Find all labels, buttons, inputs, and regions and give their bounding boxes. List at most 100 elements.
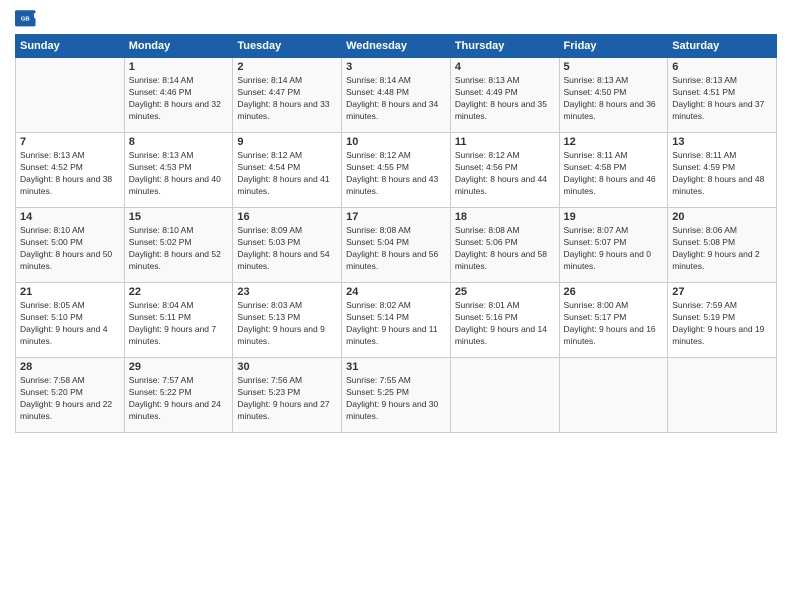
calendar-cell: 25Sunrise: 8:01 AMSunset: 5:16 PMDayligh…	[450, 283, 559, 358]
weekday-header: Sunday	[16, 35, 125, 58]
weekday-header: Monday	[124, 35, 233, 58]
day-info: Sunrise: 8:09 AMSunset: 5:03 PMDaylight:…	[237, 225, 337, 273]
day-info: Sunrise: 8:14 AMSunset: 4:48 PMDaylight:…	[346, 75, 446, 123]
day-number: 3	[346, 61, 446, 73]
calendar-header: SundayMondayTuesdayWednesdayThursdayFrid…	[16, 35, 777, 58]
weekday-header: Wednesday	[342, 35, 451, 58]
calendar-cell: 19Sunrise: 8:07 AMSunset: 5:07 PMDayligh…	[559, 208, 668, 283]
day-info: Sunrise: 8:08 AMSunset: 5:04 PMDaylight:…	[346, 225, 446, 273]
day-number: 24	[346, 286, 446, 298]
weekday-row: SundayMondayTuesdayWednesdayThursdayFrid…	[16, 35, 777, 58]
day-info: Sunrise: 8:12 AMSunset: 4:56 PMDaylight:…	[455, 150, 555, 198]
calendar-cell: 14 Sunrise: 8:10 AMSunset: 5:00 PMDayligh…	[16, 208, 125, 283]
day-info: Sunrise: 7:57 AMSunset: 5:22 PMDaylight:…	[129, 375, 229, 423]
day-info: Sunrise: 8:13 AMSunset: 4:51 PMDaylight:…	[672, 75, 772, 123]
day-info: Sunrise: 8:01 AMSunset: 5:16 PMDaylight:…	[455, 300, 555, 348]
day-number: 27	[672, 286, 772, 298]
calendar-week-row: 14 Sunrise: 8:10 AMSunset: 5:00 PMDayligh…	[16, 208, 777, 283]
calendar-cell	[16, 58, 125, 133]
calendar-cell: 2Sunrise: 8:14 AMSunset: 4:47 PMDaylight…	[233, 58, 342, 133]
day-number: 29	[129, 361, 229, 373]
day-info: Sunrise: 8:08 AMSunset: 5:06 PMDaylight:…	[455, 225, 555, 273]
day-number: 23	[237, 286, 337, 298]
day-number: 31	[346, 361, 446, 373]
day-number: 14	[20, 211, 120, 223]
day-info: Sunrise: 8:13 AMSunset: 4:53 PMDaylight:…	[129, 150, 229, 198]
day-info: Sunrise: 8:11 AMSunset: 4:59 PMDaylight:…	[672, 150, 772, 198]
day-number: 7	[20, 136, 120, 148]
calendar-cell: 18 Sunrise: 8:08 AMSunset: 5:06 PMDayligh…	[450, 208, 559, 283]
day-info: Sunrise: 8:13 AMSunset: 4:49 PMDaylight:…	[455, 75, 555, 123]
calendar-cell	[668, 358, 777, 433]
day-number: 21	[20, 286, 120, 298]
calendar-cell: 22 Sunrise: 8:04 AMSunset: 5:11 PMDayligh…	[124, 283, 233, 358]
day-info: Sunrise: 7:58 AMSunset: 5:20 PMDaylight:…	[20, 375, 120, 423]
day-number: 28	[20, 361, 120, 373]
weekday-header: Tuesday	[233, 35, 342, 58]
day-number: 5	[564, 61, 664, 73]
calendar-cell: 31 Sunrise: 7:55 AMSunset: 5:25 PMDayligh…	[342, 358, 451, 433]
day-number: 18	[455, 211, 555, 223]
day-info: Sunrise: 8:10 AMSunset: 5:02 PMDaylight:…	[129, 225, 229, 273]
day-number: 11	[455, 136, 555, 148]
calendar-cell: 16Sunrise: 8:09 AMSunset: 5:03 PMDayligh…	[233, 208, 342, 283]
day-number: 12	[564, 136, 664, 148]
weekday-header: Friday	[559, 35, 668, 58]
main-container: GB SundayMondayTuesdayWednesdayThursdayF…	[0, 0, 792, 443]
day-number: 15	[129, 211, 229, 223]
day-info: Sunrise: 8:04 AMSunset: 5:11 PMDaylight:…	[129, 300, 229, 348]
calendar-cell: 6 Sunrise: 8:13 AMSunset: 4:51 PMDaylight…	[668, 58, 777, 133]
weekday-header: Thursday	[450, 35, 559, 58]
day-info: Sunrise: 8:02 AMSunset: 5:14 PMDaylight:…	[346, 300, 446, 348]
calendar-week-row: 7 Sunrise: 8:13 AMSunset: 4:52 PMDaylight…	[16, 133, 777, 208]
calendar-cell: 7 Sunrise: 8:13 AMSunset: 4:52 PMDaylight…	[16, 133, 125, 208]
calendar-cell: 10 Sunrise: 8:12 AMSunset: 4:55 PMDayligh…	[342, 133, 451, 208]
calendar-cell: 3 Sunrise: 8:14 AMSunset: 4:48 PMDaylight…	[342, 58, 451, 133]
day-info: Sunrise: 8:12 AMSunset: 4:55 PMDaylight:…	[346, 150, 446, 198]
day-number: 30	[237, 361, 337, 373]
header: GB	[15, 10, 777, 28]
day-number: 13	[672, 136, 772, 148]
calendar-cell: 1 Sunrise: 8:14 AMSunset: 4:46 PMDaylight…	[124, 58, 233, 133]
day-number: 10	[346, 136, 446, 148]
day-info: Sunrise: 8:13 AMSunset: 4:52 PMDaylight:…	[20, 150, 120, 198]
day-info: Sunrise: 8:05 AMSunset: 5:10 PMDaylight:…	[20, 300, 120, 348]
calendar-cell: 20Sunrise: 8:06 AMSunset: 5:08 PMDayligh…	[668, 208, 777, 283]
calendar-cell: 26 Sunrise: 8:00 AMSunset: 5:17 PMDayligh…	[559, 283, 668, 358]
day-info: Sunrise: 8:12 AMSunset: 4:54 PMDaylight:…	[237, 150, 337, 198]
calendar-cell: 23Sunrise: 8:03 AMSunset: 5:13 PMDayligh…	[233, 283, 342, 358]
day-info: Sunrise: 8:10 AMSunset: 5:00 PMDaylight:…	[20, 225, 120, 273]
calendar-cell: 21 Sunrise: 8:05 AMSunset: 5:10 PMDayligh…	[16, 283, 125, 358]
logo: GB	[15, 10, 39, 28]
day-number: 4	[455, 61, 555, 73]
day-number: 26	[564, 286, 664, 298]
calendar-cell: 27Sunrise: 7:59 AMSunset: 5:19 PMDayligh…	[668, 283, 777, 358]
day-info: Sunrise: 7:56 AMSunset: 5:23 PMDaylight:…	[237, 375, 337, 423]
day-number: 6	[672, 61, 772, 73]
calendar-week-row: 28 Sunrise: 7:58 AMSunset: 5:20 PMDayligh…	[16, 358, 777, 433]
day-info: Sunrise: 8:11 AMSunset: 4:58 PMDaylight:…	[564, 150, 664, 198]
day-number: 19	[564, 211, 664, 223]
calendar-cell: 11 Sunrise: 8:12 AMSunset: 4:56 PMDayligh…	[450, 133, 559, 208]
calendar-cell: 30 Sunrise: 7:56 AMSunset: 5:23 PMDayligh…	[233, 358, 342, 433]
logo-icon: GB	[15, 10, 37, 28]
calendar-cell: 29 Sunrise: 7:57 AMSunset: 5:22 PMDayligh…	[124, 358, 233, 433]
calendar-cell: 9 Sunrise: 8:12 AMSunset: 4:54 PMDaylight…	[233, 133, 342, 208]
weekday-header: Saturday	[668, 35, 777, 58]
calendar-cell	[559, 358, 668, 433]
day-number: 1	[129, 61, 229, 73]
day-info: Sunrise: 8:00 AMSunset: 5:17 PMDaylight:…	[564, 300, 664, 348]
calendar-cell: 28 Sunrise: 7:58 AMSunset: 5:20 PMDayligh…	[16, 358, 125, 433]
day-info: Sunrise: 7:55 AMSunset: 5:25 PMDaylight:…	[346, 375, 446, 423]
day-number: 22	[129, 286, 229, 298]
day-number: 9	[237, 136, 337, 148]
svg-text:GB: GB	[21, 16, 30, 22]
calendar-body: 1 Sunrise: 8:14 AMSunset: 4:46 PMDaylight…	[16, 58, 777, 433]
day-info: Sunrise: 8:14 AMSunset: 4:47 PMDaylight:…	[237, 75, 337, 123]
calendar-cell: 17Sunrise: 8:08 AMSunset: 5:04 PMDayligh…	[342, 208, 451, 283]
calendar-cell: 24 Sunrise: 8:02 AMSunset: 5:14 PMDayligh…	[342, 283, 451, 358]
day-number: 20	[672, 211, 772, 223]
calendar-cell: 13 Sunrise: 8:11 AMSunset: 4:59 PMDayligh…	[668, 133, 777, 208]
calendar-cell	[450, 358, 559, 433]
day-info: Sunrise: 8:14 AMSunset: 4:46 PMDaylight:…	[129, 75, 229, 123]
